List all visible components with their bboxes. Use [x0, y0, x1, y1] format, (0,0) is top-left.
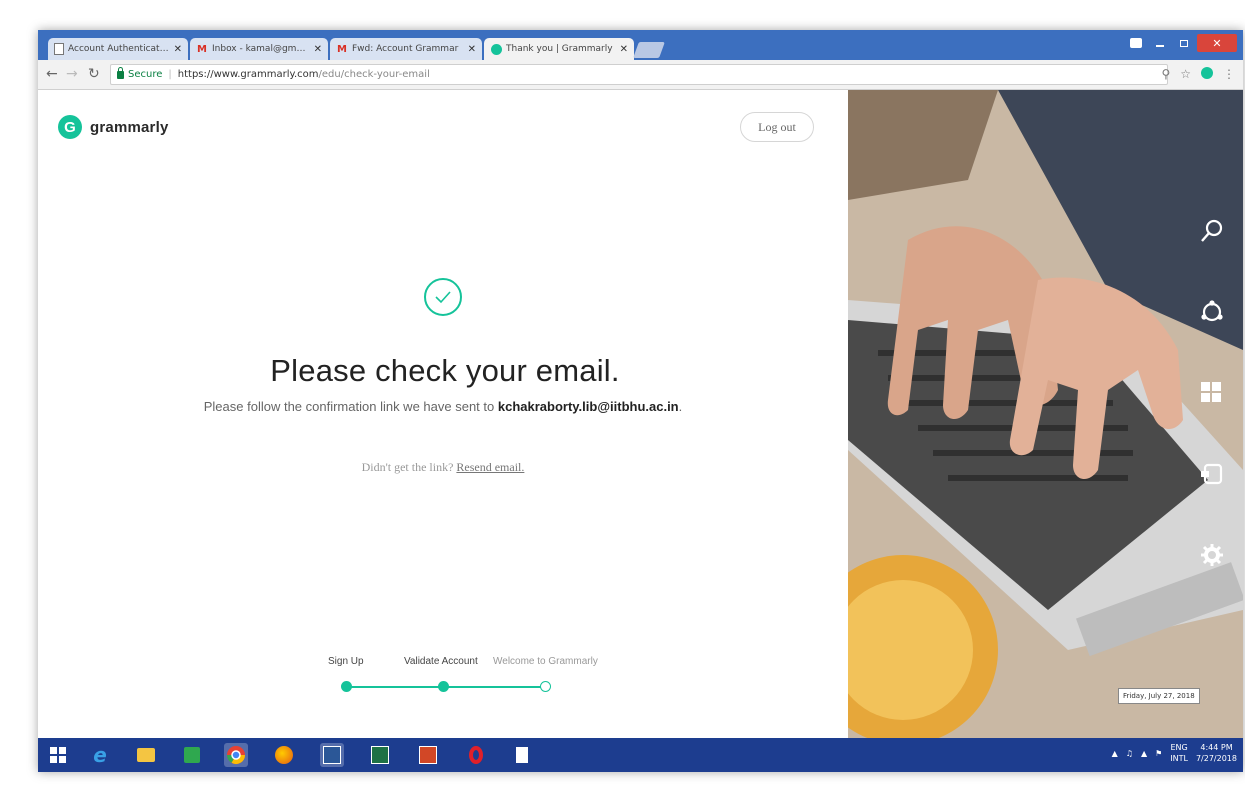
restore-icon[interactable]: [1173, 34, 1195, 52]
step-dot-pending: [540, 681, 551, 692]
chrome-icon[interactable]: [224, 743, 248, 767]
grammarly-icon: [490, 43, 502, 55]
toolbar-actions: ⚲ ☆ ⋮: [1161, 67, 1235, 81]
excel-icon[interactable]: [368, 743, 392, 767]
signup-progress: Sign Up Validate Account Welcome to Gram…: [328, 656, 618, 696]
back-arrow-icon[interactable]: ←: [46, 66, 58, 82]
network-icon[interactable]: ▲: [1141, 749, 1147, 758]
windows-taskbar: e ▲ ♫ ▲ ⚑ ENG INTL 4:44 PM 7/27/2018: [38, 738, 1243, 772]
secure-indicator[interactable]: Secure: [117, 66, 162, 80]
language-indicator[interactable]: ENG INTL: [1170, 742, 1188, 764]
lock-icon: [117, 66, 124, 79]
step-dot-completed: [438, 681, 449, 692]
brand-name: grammarly: [90, 118, 169, 136]
firefox-icon[interactable]: [272, 743, 296, 767]
new-tab-button[interactable]: [633, 42, 665, 58]
grammarly-logo[interactable]: G grammarly: [58, 115, 169, 139]
logout-button[interactable]: Log out: [740, 112, 814, 142]
settings-icon[interactable]: [1199, 542, 1229, 572]
windows-start-icon[interactable]: [46, 743, 70, 767]
close-tab-icon[interactable]: ✕: [468, 44, 476, 55]
grammarly-extension-icon[interactable]: [1201, 67, 1213, 79]
bookmark-star-icon[interactable]: ☆: [1180, 67, 1191, 81]
tab-strip: Account Authentication fo ✕ M Inbox - ka…: [38, 30, 1243, 60]
gmail-icon: M: [197, 43, 207, 55]
page-content: G grammarly Log out Please check your em…: [38, 90, 1243, 738]
menu-dots-icon[interactable]: ⋮: [1223, 67, 1235, 81]
key-icon[interactable]: ⚲: [1161, 67, 1170, 81]
store-icon[interactable]: [180, 743, 204, 767]
minimize-icon[interactable]: [1149, 34, 1171, 52]
step-label-welcome: Welcome to Grammarly: [493, 656, 598, 667]
date-tooltip: Friday, July 27, 2018: [1118, 688, 1200, 704]
windows-start-icon[interactable]: [1199, 380, 1229, 410]
email-address: kchakraborty.lib@iitbhu.ac.in: [497, 399, 679, 414]
internet-explorer-icon[interactable]: e: [88, 743, 112, 767]
url-text[interactable]: https://www.grammarly.com/edu/check-your…: [178, 69, 430, 80]
tab-thank-you-grammarly[interactable]: Thank you | Grammarly ✕: [484, 38, 634, 60]
file-explorer-icon[interactable]: [134, 743, 158, 767]
document-icon[interactable]: [510, 743, 534, 767]
resend-email-link[interactable]: Resend email.: [456, 460, 524, 474]
hero-image-laptop-typing: [848, 90, 1243, 738]
user-profile-icon[interactable]: [1125, 34, 1147, 52]
share-icon[interactable]: [1199, 299, 1229, 329]
step-label-sign-up: Sign Up: [328, 656, 364, 667]
step-dot-completed: [341, 681, 352, 692]
search-icon[interactable]: [1199, 218, 1229, 248]
tab-account-authentication[interactable]: Account Authentication fo ✕: [48, 38, 188, 60]
checkmark-icon: [424, 278, 462, 316]
close-tab-icon[interactable]: ✕: [314, 44, 322, 55]
address-separator: |: [168, 69, 172, 80]
show-hidden-icons-icon[interactable]: ▲: [1112, 749, 1118, 758]
step-label-validate-account: Validate Account: [404, 656, 478, 667]
close-tab-icon[interactable]: ✕: [620, 44, 628, 55]
opera-icon[interactable]: [464, 743, 488, 767]
close-tab-icon[interactable]: ✕: [174, 44, 182, 55]
devices-icon[interactable]: [1199, 461, 1229, 491]
flag-icon[interactable]: ⚑: [1155, 749, 1162, 758]
close-window-icon[interactable]: ✕: [1197, 34, 1237, 52]
grammarly-logo-icon: G: [58, 115, 82, 139]
system-clock[interactable]: 4:44 PM 7/27/2018: [1196, 742, 1237, 764]
resend-prompt: Didn't get the link? Resend email.: [361, 460, 525, 474]
word-icon[interactable]: [320, 743, 344, 767]
browser-window: Account Authentication fo ✕ M Inbox - ka…: [38, 30, 1243, 772]
gmail-icon: M: [337, 43, 347, 55]
reload-icon[interactable]: ↻: [88, 66, 100, 82]
laptop-photo-illustration: [848, 90, 1243, 738]
confirmation-message: Please follow the confirmation link we h…: [203, 399, 683, 414]
page-title: Please check your email.: [270, 353, 620, 388]
document-icon: [54, 43, 64, 55]
powerpoint-icon[interactable]: [416, 743, 440, 767]
tab-inbox[interactable]: M Inbox - kamal@gmail. ✕: [190, 38, 328, 60]
browser-toolbar: ← → ↻ Secure | https://www.grammarly.com…: [38, 60, 1243, 90]
volume-icon[interactable]: ♫: [1126, 749, 1133, 758]
window-controls: ✕: [1125, 34, 1237, 52]
system-tray: ▲ ♫ ▲ ⚑ ENG INTL 4:44 PM 7/27/2018: [1112, 742, 1237, 764]
tab-fwd-account[interactable]: M Fwd: Account Grammar ✕: [330, 38, 482, 60]
forward-arrow-icon[interactable]: →: [66, 66, 78, 82]
address-bar[interactable]: Secure | https://www.grammarly.com/edu/c…: [110, 64, 1168, 85]
content-panel: G grammarly Log out Please check your em…: [38, 90, 848, 738]
